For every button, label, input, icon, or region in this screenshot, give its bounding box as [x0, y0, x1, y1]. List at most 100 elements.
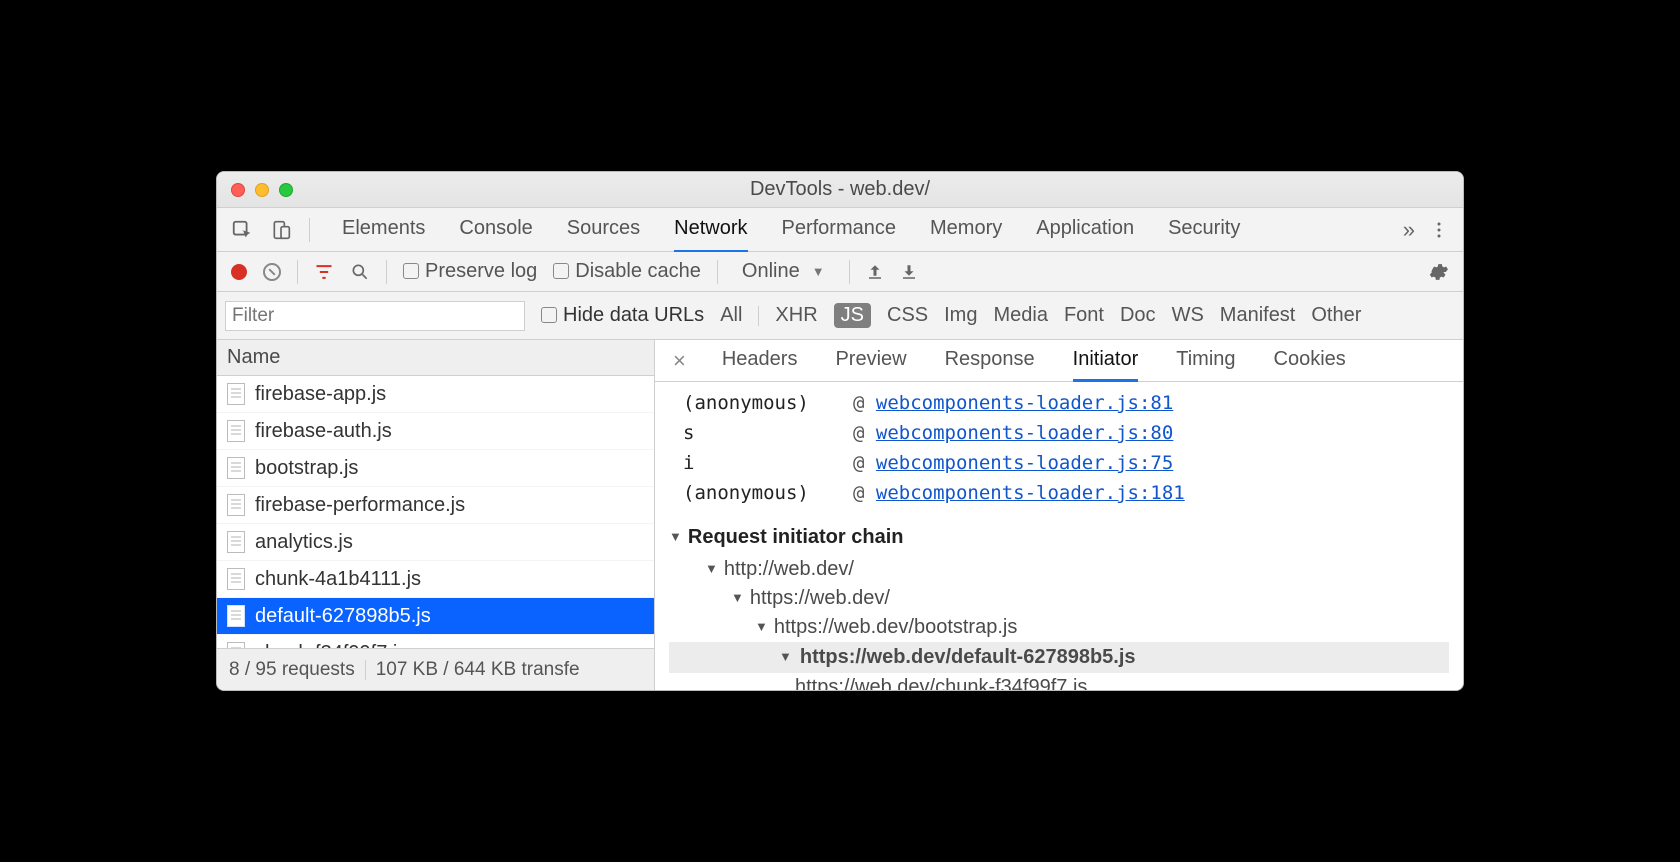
detail-tab-cookies[interactable]: Cookies [1274, 339, 1346, 382]
stack-at: @ webcomponents-loader.js:80 [853, 422, 1173, 444]
detail-tab-preview[interactable]: Preview [835, 339, 906, 382]
type-filter-xhr[interactable]: XHR [775, 304, 817, 327]
file-icon [227, 420, 245, 442]
stack-function: (anonymous) [683, 482, 843, 504]
stack-link[interactable]: webcomponents-loader.js:81 [876, 392, 1173, 414]
request-name: bootstrap.js [255, 457, 358, 480]
close-detail-icon[interactable]: × [673, 348, 686, 374]
request-name: firebase-performance.js [255, 494, 465, 517]
request-row[interactable]: default-627898b5.js [217, 598, 654, 635]
stack-at: @ webcomponents-loader.js:181 [853, 482, 1185, 504]
transfer-size: 107 KB / 644 KB transfe [376, 659, 580, 681]
zoom-window-button[interactable] [279, 183, 293, 197]
column-header-name[interactable]: Name [217, 340, 654, 376]
type-filter-ws[interactable]: WS [1172, 304, 1204, 327]
type-filter-font[interactable]: Font [1064, 304, 1104, 327]
type-filter-other[interactable]: Other [1311, 304, 1361, 327]
panel-tab-application[interactable]: Application [1036, 207, 1134, 252]
request-row[interactable]: chunk-f34f99f7.js [217, 635, 654, 648]
request-row[interactable]: firebase-auth.js [217, 413, 654, 450]
filter-input[interactable] [225, 301, 525, 331]
status-bar: 8 / 95 requests 107 KB / 644 KB transfe [217, 648, 654, 690]
file-icon [227, 605, 245, 627]
detail-tab-timing[interactable]: Timing [1176, 339, 1235, 382]
request-rows: firebase-app.js firebase-auth.js bootstrap… [217, 376, 654, 648]
chain-node[interactable]: ▼https://web.dev/default-627898b5.js [669, 642, 1449, 673]
initiator-chain-title: Request initiator chain [688, 526, 904, 549]
chain-node-url: https://web.dev/default-627898b5.js [800, 646, 1136, 669]
detail-tab-initiator[interactable]: Initiator [1073, 339, 1139, 382]
stack-link[interactable]: webcomponents-loader.js:75 [876, 452, 1173, 474]
clear-button[interactable] [263, 263, 281, 281]
hide-data-urls-checkbox[interactable]: Hide data URLs [541, 304, 704, 327]
preserve-log-checkbox[interactable]: Preserve log [403, 260, 537, 283]
chevron-down-icon: ▼ [731, 590, 744, 605]
settings-gear-icon[interactable] [1427, 261, 1449, 283]
request-name: chunk-4a1b4111.js [255, 568, 421, 591]
detail-tab-response[interactable]: Response [945, 339, 1035, 382]
panel-tab-performance[interactable]: Performance [782, 207, 897, 252]
type-filter-all[interactable]: All [720, 304, 742, 327]
stack-at: @ webcomponents-loader.js:75 [853, 452, 1173, 474]
window-controls [217, 183, 293, 197]
file-icon [227, 568, 245, 590]
stack-link[interactable]: webcomponents-loader.js:181 [876, 482, 1185, 504]
filter-icon[interactable] [314, 262, 334, 282]
chain-node[interactable]: https://web.dev/chunk-f34f99f7.js [795, 673, 1449, 691]
type-filter-css[interactable]: CSS [887, 304, 928, 327]
titlebar: DevTools - web.dev/ [217, 172, 1463, 208]
main-split: Name firebase-app.js firebase-auth.js boot… [217, 340, 1463, 690]
inspect-element-icon[interactable] [231, 219, 253, 241]
chevron-down-icon: ▼ [755, 619, 768, 634]
panel-tab-memory[interactable]: Memory [930, 207, 1002, 252]
type-filter-doc[interactable]: Doc [1120, 304, 1156, 327]
type-filter-media[interactable]: Media [993, 304, 1047, 327]
request-count: 8 / 95 requests [229, 659, 355, 681]
chain-node[interactable]: ▼https://web.dev/ [731, 584, 1449, 613]
type-filter-manifest[interactable]: Manifest [1220, 304, 1296, 327]
panel-tab-console[interactable]: Console [459, 207, 532, 252]
panel-tab-elements[interactable]: Elements [342, 207, 425, 252]
chain-node-url: https://web.dev/bootstrap.js [774, 616, 1017, 639]
type-filter-js[interactable]: JS [834, 303, 871, 328]
chain-node[interactable]: ▼ https://web.dev/bootstrap.js [755, 613, 1449, 642]
hide-data-urls-label: Hide data URLs [563, 304, 704, 326]
request-row[interactable]: bootstrap.js [217, 450, 654, 487]
stack-link[interactable]: webcomponents-loader.js:80 [876, 422, 1173, 444]
chevron-down-icon: ▼ [669, 529, 682, 544]
panel-tab-network[interactable]: Network [674, 207, 747, 252]
request-row[interactable]: firebase-performance.js [217, 487, 654, 524]
type-filter-img[interactable]: Img [944, 304, 977, 327]
separator [297, 260, 298, 284]
more-panels-icon[interactable]: » [1403, 217, 1411, 243]
separator [717, 260, 718, 284]
stack-frame: (anonymous) @ webcomponents-loader.js:181 [683, 478, 1451, 508]
chain-node-url: https://web.dev/chunk-f34f99f7.js [795, 676, 1087, 691]
panel-tab-security[interactable]: Security [1168, 207, 1240, 252]
stack-function: s [683, 422, 843, 444]
request-name: firebase-auth.js [255, 420, 392, 443]
chevron-down-icon: ▼ [812, 264, 825, 279]
detail-tab-headers[interactable]: Headers [722, 339, 798, 382]
initiator-chain-heading[interactable]: ▼ Request initiator chain [669, 526, 1449, 549]
disable-cache-label: Disable cache [575, 260, 701, 282]
minimize-window-button[interactable] [255, 183, 269, 197]
request-row[interactable]: analytics.js [217, 524, 654, 561]
device-toolbar-icon[interactable] [271, 219, 291, 241]
download-har-icon[interactable] [900, 263, 918, 281]
separator [309, 218, 310, 242]
throttling-select[interactable]: Online ▼ [734, 260, 833, 283]
record-button[interactable] [231, 264, 247, 280]
separator [386, 260, 387, 284]
chain-node[interactable]: ▼http://web.dev/ [705, 555, 1449, 584]
search-icon[interactable] [350, 262, 370, 282]
panel-tabs-row: Elements Console Sources Network Performance… [217, 208, 1463, 252]
close-window-button[interactable] [231, 183, 245, 197]
kebab-menu-icon[interactable] [1429, 221, 1449, 239]
request-row[interactable]: firebase-app.js [217, 376, 654, 413]
disable-cache-checkbox[interactable]: Disable cache [553, 260, 701, 283]
panel-tab-sources[interactable]: Sources [567, 207, 640, 252]
upload-har-icon[interactable] [866, 263, 884, 281]
separator [365, 660, 366, 680]
request-row[interactable]: chunk-4a1b4111.js [217, 561, 654, 598]
